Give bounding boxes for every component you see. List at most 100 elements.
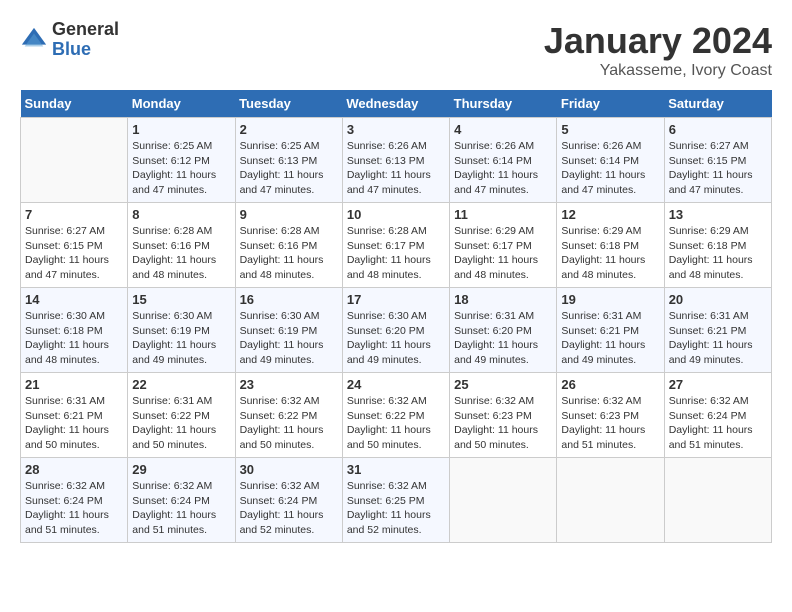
day-info: Sunrise: 6:26 AM Sunset: 6:13 PM Dayligh… bbox=[347, 139, 445, 198]
day-number: 18 bbox=[454, 292, 552, 307]
calendar-cell: 26Sunrise: 6:32 AM Sunset: 6:23 PM Dayli… bbox=[557, 373, 664, 458]
calendar-cell: 6 Sunrise: 6:27 AM Sunset: 6:15 PM Daylig… bbox=[664, 118, 771, 203]
weekday-header-friday: Friday bbox=[557, 90, 664, 118]
day-number: 2 bbox=[240, 122, 338, 137]
day-info: Sunrise: 6:30 AM Sunset: 6:19 PM Dayligh… bbox=[240, 309, 338, 368]
calendar-cell: 24 Sunrise: 6:32 AM Sunset: 6:22 PM Dayli… bbox=[342, 373, 449, 458]
calendar-cell: 23 Sunrise: 6:32 AM Sunset: 6:22 PM Dayli… bbox=[235, 373, 342, 458]
weekday-header-sunday: Sunday bbox=[21, 90, 128, 118]
calendar-cell: 30 Sunrise: 6:32 AM Sunset: 6:24 PM Dayli… bbox=[235, 458, 342, 543]
logo: General Blue bbox=[20, 20, 119, 60]
day-info: Sunrise: 6:32 AM Sunset: 6:22 PM Dayligh… bbox=[240, 394, 338, 453]
day-number: 27 bbox=[669, 377, 767, 392]
location: Yakasseme, Ivory Coast bbox=[544, 62, 772, 80]
calendar-cell: 22 Sunrise: 6:31 AM Sunset: 6:22 PM Dayli… bbox=[128, 373, 235, 458]
title-block: January 2024 Yakasseme, Ivory Coast bbox=[544, 20, 772, 80]
day-number: 16 bbox=[240, 292, 338, 307]
day-number: 20 bbox=[669, 292, 767, 307]
calendar-week-row: 1 Sunrise: 6:25 AM Sunset: 6:12 PM Daylig… bbox=[21, 118, 772, 203]
day-number: 25 bbox=[454, 377, 552, 392]
day-number: 1 bbox=[132, 122, 230, 137]
day-number: 29 bbox=[132, 462, 230, 477]
calendar-cell: 1 Sunrise: 6:25 AM Sunset: 6:12 PM Daylig… bbox=[128, 118, 235, 203]
calendar-cell bbox=[664, 458, 771, 543]
logo-icon bbox=[20, 26, 48, 54]
day-number: 30 bbox=[240, 462, 338, 477]
day-info: Sunrise: 6:32 AM Sunset: 6:24 PM Dayligh… bbox=[669, 394, 767, 453]
calendar-cell: 12Sunrise: 6:29 AM Sunset: 6:18 PM Dayli… bbox=[557, 203, 664, 288]
calendar-week-row: 28 Sunrise: 6:32 AM Sunset: 6:24 PM Dayli… bbox=[21, 458, 772, 543]
day-info: Sunrise: 6:31 AM Sunset: 6:21 PM Dayligh… bbox=[25, 394, 123, 453]
logo-text: General Blue bbox=[52, 20, 119, 60]
calendar-cell: 10Sunrise: 6:28 AM Sunset: 6:17 PM Dayli… bbox=[342, 203, 449, 288]
calendar-cell: 4 Sunrise: 6:26 AM Sunset: 6:14 PM Daylig… bbox=[450, 118, 557, 203]
weekday-header-saturday: Saturday bbox=[664, 90, 771, 118]
day-number: 4 bbox=[454, 122, 552, 137]
day-info: Sunrise: 6:25 AM Sunset: 6:13 PM Dayligh… bbox=[240, 139, 338, 198]
day-info: Sunrise: 6:28 AM Sunset: 6:16 PM Dayligh… bbox=[240, 224, 338, 283]
day-number: 19 bbox=[561, 292, 659, 307]
day-info: Sunrise: 6:31 AM Sunset: 6:20 PM Dayligh… bbox=[454, 309, 552, 368]
day-info: Sunrise: 6:31 AM Sunset: 6:22 PM Dayligh… bbox=[132, 394, 230, 453]
logo-general: General bbox=[52, 20, 119, 40]
calendar-cell: 13 Sunrise: 6:29 AM Sunset: 6:18 PM Dayli… bbox=[664, 203, 771, 288]
day-number: 12 bbox=[561, 207, 659, 222]
logo-blue: Blue bbox=[52, 40, 119, 60]
calendar-cell: 20 Sunrise: 6:31 AM Sunset: 6:21 PM Dayli… bbox=[664, 288, 771, 373]
day-number: 10 bbox=[347, 207, 445, 222]
day-info: Sunrise: 6:32 AM Sunset: 6:24 PM Dayligh… bbox=[240, 479, 338, 538]
calendar-cell: 11Sunrise: 6:29 AM Sunset: 6:17 PM Dayli… bbox=[450, 203, 557, 288]
day-info: Sunrise: 6:29 AM Sunset: 6:17 PM Dayligh… bbox=[454, 224, 552, 283]
day-number: 15 bbox=[132, 292, 230, 307]
day-info: Sunrise: 6:32 AM Sunset: 6:24 PM Dayligh… bbox=[132, 479, 230, 538]
calendar-cell: 5Sunrise: 6:26 AM Sunset: 6:14 PM Daylig… bbox=[557, 118, 664, 203]
calendar-cell: 16 Sunrise: 6:30 AM Sunset: 6:19 PM Dayli… bbox=[235, 288, 342, 373]
weekday-header-tuesday: Tuesday bbox=[235, 90, 342, 118]
day-info: Sunrise: 6:30 AM Sunset: 6:19 PM Dayligh… bbox=[132, 309, 230, 368]
day-number: 13 bbox=[669, 207, 767, 222]
calendar-cell: 3 Sunrise: 6:26 AM Sunset: 6:13 PM Daylig… bbox=[342, 118, 449, 203]
calendar-cell: 29 Sunrise: 6:32 AM Sunset: 6:24 PM Dayli… bbox=[128, 458, 235, 543]
calendar-cell: 2 Sunrise: 6:25 AM Sunset: 6:13 PM Daylig… bbox=[235, 118, 342, 203]
calendar-cell: 18 Sunrise: 6:31 AM Sunset: 6:20 PM Dayli… bbox=[450, 288, 557, 373]
weekday-header-row: SundayMondayTuesdayWednesdayThursdayFrid… bbox=[21, 90, 772, 118]
day-info: Sunrise: 6:26 AM Sunset: 6:14 PM Dayligh… bbox=[454, 139, 552, 198]
weekday-header-wednesday: Wednesday bbox=[342, 90, 449, 118]
day-info: Sunrise: 6:27 AM Sunset: 6:15 PM Dayligh… bbox=[669, 139, 767, 198]
calendar-table: SundayMondayTuesdayWednesdayThursdayFrid… bbox=[20, 90, 772, 543]
day-info: Sunrise: 6:32 AM Sunset: 6:23 PM Dayligh… bbox=[454, 394, 552, 453]
calendar-week-row: 14Sunrise: 6:30 AM Sunset: 6:18 PM Dayli… bbox=[21, 288, 772, 373]
day-info: Sunrise: 6:25 AM Sunset: 6:12 PM Dayligh… bbox=[132, 139, 230, 198]
day-info: Sunrise: 6:31 AM Sunset: 6:21 PM Dayligh… bbox=[669, 309, 767, 368]
day-number: 24 bbox=[347, 377, 445, 392]
calendar-cell: 19 Sunrise: 6:31 AM Sunset: 6:21 PM Dayli… bbox=[557, 288, 664, 373]
day-number: 6 bbox=[669, 122, 767, 137]
day-info: Sunrise: 6:27 AM Sunset: 6:15 PM Dayligh… bbox=[25, 224, 123, 283]
day-info: Sunrise: 6:28 AM Sunset: 6:16 PM Dayligh… bbox=[132, 224, 230, 283]
day-info: Sunrise: 6:29 AM Sunset: 6:18 PM Dayligh… bbox=[669, 224, 767, 283]
day-number: 7 bbox=[25, 207, 123, 222]
page-header: General Blue January 2024 Yakasseme, Ivo… bbox=[20, 20, 772, 80]
calendar-week-row: 7 Sunrise: 6:27 AM Sunset: 6:15 PM Daylig… bbox=[21, 203, 772, 288]
day-info: Sunrise: 6:32 AM Sunset: 6:23 PM Dayligh… bbox=[561, 394, 659, 453]
calendar-cell bbox=[557, 458, 664, 543]
day-info: Sunrise: 6:26 AM Sunset: 6:14 PM Dayligh… bbox=[561, 139, 659, 198]
day-info: Sunrise: 6:32 AM Sunset: 6:25 PM Dayligh… bbox=[347, 479, 445, 538]
calendar-cell bbox=[450, 458, 557, 543]
calendar-cell: 25 Sunrise: 6:32 AM Sunset: 6:23 PM Dayli… bbox=[450, 373, 557, 458]
calendar-cell: 17Sunrise: 6:30 AM Sunset: 6:20 PM Dayli… bbox=[342, 288, 449, 373]
calendar-cell bbox=[21, 118, 128, 203]
weekday-header-monday: Monday bbox=[128, 90, 235, 118]
day-number: 17 bbox=[347, 292, 445, 307]
day-number: 22 bbox=[132, 377, 230, 392]
weekday-header-thursday: Thursday bbox=[450, 90, 557, 118]
day-number: 23 bbox=[240, 377, 338, 392]
calendar-cell: 28Sunrise: 6:32 AM Sunset: 6:24 PM Dayli… bbox=[21, 458, 128, 543]
day-number: 3 bbox=[347, 122, 445, 137]
day-number: 28 bbox=[25, 462, 123, 477]
day-info: Sunrise: 6:31 AM Sunset: 6:21 PM Dayligh… bbox=[561, 309, 659, 368]
calendar-cell: 27 Sunrise: 6:32 AM Sunset: 6:24 PM Dayli… bbox=[664, 373, 771, 458]
calendar-cell: 15 Sunrise: 6:30 AM Sunset: 6:19 PM Dayli… bbox=[128, 288, 235, 373]
day-number: 9 bbox=[240, 207, 338, 222]
day-info: Sunrise: 6:32 AM Sunset: 6:22 PM Dayligh… bbox=[347, 394, 445, 453]
